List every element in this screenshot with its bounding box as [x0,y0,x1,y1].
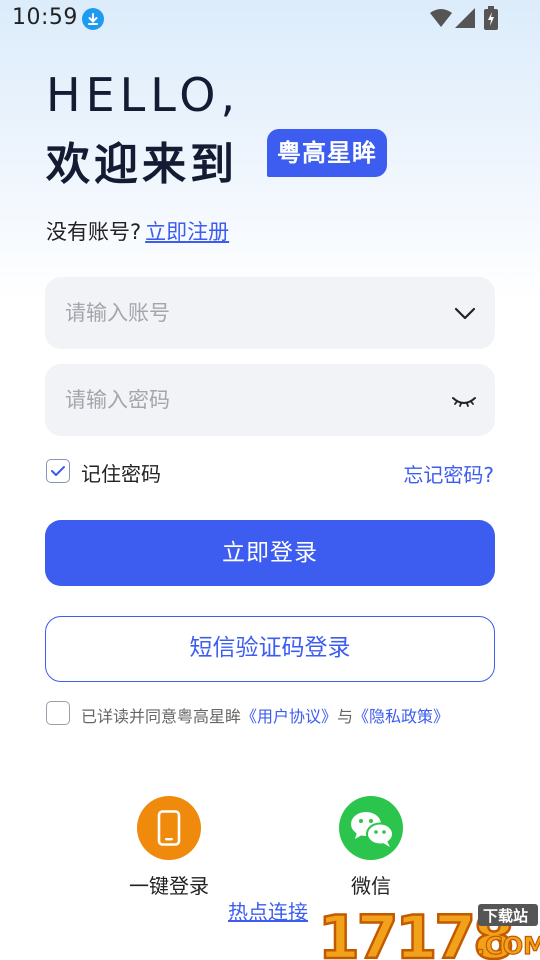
account-field[interactable] [45,277,495,349]
brand-badge: 粤高星眸 [267,129,387,177]
status-time: 10:59 [12,5,78,30]
watermark-tag: 下载站 [483,907,528,925]
status-bar: 10:59 [0,0,540,38]
agreement-checkbox[interactable] [46,701,70,725]
watermark-domain: .COM [476,932,540,960]
forgot-password-link[interactable]: 忘记密码? [403,459,494,488]
account-input[interactable] [65,277,425,349]
eye-closed-icon[interactable] [451,388,477,412]
signal-icon [455,8,475,28]
one-click-login[interactable]: 一键登录 [109,796,229,899]
user-agreement-link[interactable]: 《用户协议》 [241,707,337,726]
remember-checkbox[interactable] [46,459,70,483]
download-icon [82,8,104,30]
hello-heading: HELLO, [46,68,241,122]
wechat-login[interactable]: 微信 [311,796,431,899]
one-click-login-button[interactable] [137,796,201,860]
remember-label: 记住密码 [81,462,161,486]
one-click-login-label: 一键登录 [129,874,209,898]
password-field[interactable] [45,364,495,436]
wechat-label: 微信 [351,874,391,898]
register-link[interactable]: 立即注册 [145,220,229,244]
privacy-policy-link[interactable]: 《隐私政策》 [353,707,449,726]
phone-icon [157,810,181,846]
battery-icon [484,6,498,30]
wechat-login-button[interactable] [339,796,403,860]
password-input[interactable] [65,364,425,436]
agreement-text: 已详读并同意粤高星眸《用户协议》与《隐私政策》 [81,703,449,727]
welcome-heading: 欢迎来到 [46,139,238,190]
chevron-down-icon[interactable] [453,301,477,325]
sms-login-button[interactable]: 短信验证码登录 [45,616,495,682]
agreement-prefix: 已详读并同意粤高星眸 [81,707,242,726]
hotspot-link[interactable]: 热点连接 [228,896,308,925]
agreement-joiner: 与 [337,707,354,726]
wifi-icon [430,9,452,27]
check-icon [51,466,65,476]
wechat-icon [351,812,394,847]
register-row: 没有账号? 立即注册 [46,216,229,246]
watermark-logo: 17178 下载站 .COM [317,902,540,960]
register-prompt: 没有账号? [46,220,142,244]
login-button[interactable]: 立即登录 [45,520,495,586]
